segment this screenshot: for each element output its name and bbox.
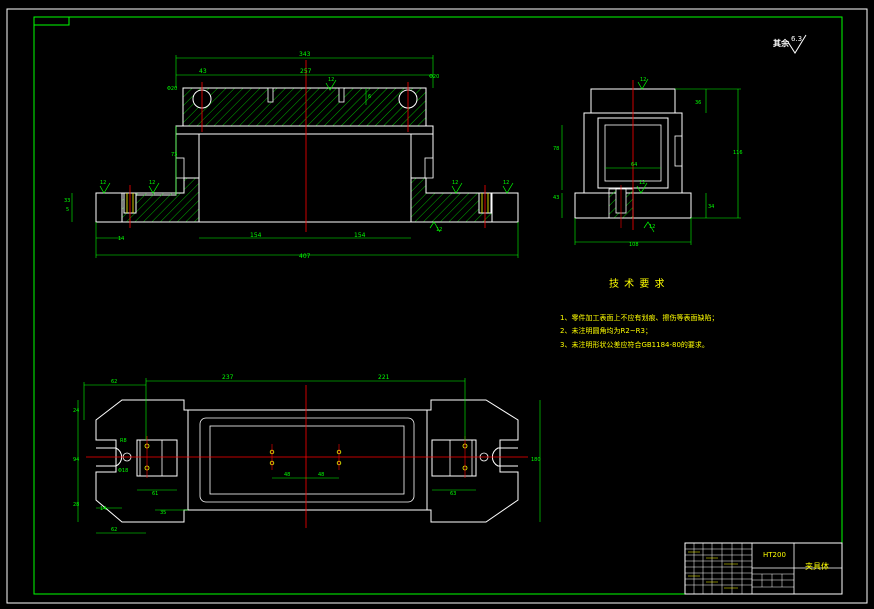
svg-text:12: 12 bbox=[328, 77, 334, 83]
svg-text:28: 28 bbox=[73, 502, 79, 508]
svg-text:其余: 其余 bbox=[773, 38, 790, 48]
svg-text:Φ20: Φ20 bbox=[429, 74, 439, 80]
svg-text:116: 116 bbox=[733, 150, 743, 156]
svg-text:34: 34 bbox=[708, 204, 714, 210]
svg-text:63: 63 bbox=[450, 491, 456, 497]
svg-text:48: 48 bbox=[318, 472, 324, 478]
corner-box bbox=[33, 16, 70, 26]
svg-text:43: 43 bbox=[199, 68, 207, 75]
svg-text:技 术 要 求: 技 术 要 求 bbox=[609, 277, 666, 290]
svg-text:35: 35 bbox=[160, 510, 166, 516]
svg-text:Φ20: Φ20 bbox=[167, 86, 177, 92]
svg-text:221: 221 bbox=[378, 374, 390, 381]
svg-text:154: 154 bbox=[354, 232, 366, 239]
svg-text:61: 61 bbox=[152, 491, 158, 497]
svg-text:1、零件加工表面上不应有划痕、擦伤等表面缺陷；: 1、零件加工表面上不应有划痕、擦伤等表面缺陷； bbox=[560, 313, 718, 322]
svg-text:73: 73 bbox=[171, 152, 177, 158]
side-view: 36 116 34 78 43 64 108 12 12 12 bbox=[553, 77, 743, 248]
svg-text:14: 14 bbox=[100, 506, 106, 512]
svg-text:108: 108 bbox=[629, 242, 639, 248]
inner-frame bbox=[33, 16, 843, 595]
svg-text:6.3: 6.3 bbox=[791, 35, 802, 43]
svg-text:257: 257 bbox=[300, 68, 312, 75]
svg-text:43: 43 bbox=[553, 195, 559, 201]
roughness-mark-general: 其余 6.3 bbox=[773, 34, 807, 54]
svg-text:12: 12 bbox=[149, 180, 155, 186]
svg-text:62: 62 bbox=[111, 527, 117, 533]
svg-text:12: 12 bbox=[100, 180, 106, 186]
svg-text:12: 12 bbox=[639, 180, 645, 186]
cad-drawing: 其余 6.3 343 257 43 Φ20 Φ20 14 154 154 407… bbox=[6, 8, 868, 604]
svg-text:48: 48 bbox=[284, 472, 290, 478]
svg-text:12: 12 bbox=[452, 180, 458, 186]
svg-text:407: 407 bbox=[299, 253, 311, 260]
svg-text:237: 237 bbox=[222, 374, 234, 381]
svg-text:180: 180 bbox=[531, 457, 541, 463]
svg-text:3、未注明形状公差应符合GB1184-80的要求。: 3、未注明形状公差应符合GB1184-80的要求。 bbox=[560, 340, 709, 349]
svg-text:62: 62 bbox=[111, 379, 117, 385]
svg-text:2、未注明圆角均为R2~R3；: 2、未注明圆角均为R2~R3； bbox=[560, 326, 652, 335]
svg-text:5: 5 bbox=[66, 207, 69, 213]
svg-text:Φ18: Φ18 bbox=[118, 468, 128, 474]
svg-text:12: 12 bbox=[640, 77, 646, 83]
svg-text:343: 343 bbox=[299, 51, 311, 58]
svg-text:12: 12 bbox=[649, 224, 655, 230]
svg-text:12: 12 bbox=[436, 227, 442, 233]
svg-text:94: 94 bbox=[73, 457, 79, 463]
front-view: 343 257 43 Φ20 Φ20 14 154 154 407 5 73 6… bbox=[64, 51, 519, 260]
svg-text:夹具体: 夹具体 bbox=[805, 561, 829, 571]
title-block: HT200 夹具体 bbox=[684, 542, 843, 595]
svg-text:154: 154 bbox=[250, 232, 262, 239]
front-top-block bbox=[182, 87, 427, 127]
svg-text:36: 36 bbox=[695, 100, 701, 106]
svg-text:14: 14 bbox=[118, 236, 124, 242]
svg-text:64: 64 bbox=[631, 162, 637, 168]
svg-text:12: 12 bbox=[503, 180, 509, 186]
svg-text:HT200: HT200 bbox=[763, 551, 786, 559]
plan-view: 62 237 221 24 94 28 180 62 48 48 61 63 R… bbox=[73, 374, 541, 534]
svg-text:24: 24 bbox=[73, 408, 79, 414]
tech-requirements: 技 术 要 求 1、零件加工表面上不应有划痕、擦伤等表面缺陷； 2、未注明圆角均… bbox=[560, 277, 718, 349]
svg-text:33: 33 bbox=[64, 198, 70, 204]
svg-text:78: 78 bbox=[553, 146, 559, 152]
svg-text:R8: R8 bbox=[120, 438, 127, 444]
svg-text:6: 6 bbox=[368, 94, 371, 100]
